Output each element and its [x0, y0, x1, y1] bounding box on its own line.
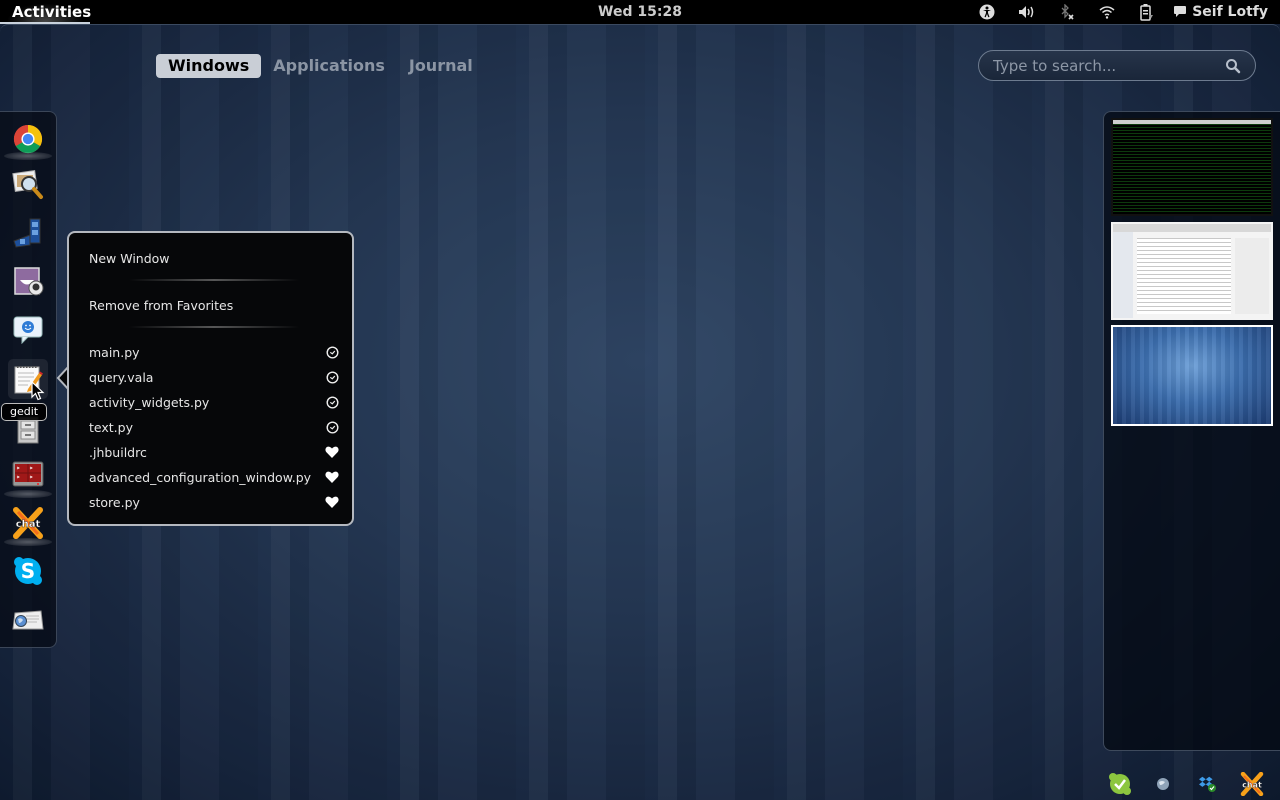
- tray-network[interactable]: [1150, 772, 1176, 796]
- search-input[interactable]: [993, 56, 1225, 75]
- dash-item-web-browser[interactable]: [8, 599, 48, 639]
- dash-item-skype[interactable]: S: [8, 551, 48, 591]
- terminal-window-preview: [1113, 124, 1271, 214]
- accessibility-icon[interactable]: [967, 0, 1007, 24]
- heart-icon: [325, 445, 339, 459]
- favorite-file-item[interactable]: store.py: [89, 492, 339, 512]
- file-name: query.vala: [89, 369, 154, 385]
- dash-item-cheese[interactable]: [8, 261, 48, 301]
- movie-player-icon: [13, 218, 41, 248]
- menu-separator: [129, 326, 299, 328]
- file-name: store.py: [89, 494, 140, 510]
- workspace-thumbnail-2[interactable]: [1111, 222, 1273, 320]
- tab-windows[interactable]: Windows: [156, 54, 262, 78]
- search-box: [978, 50, 1256, 81]
- running-indicator: [4, 538, 52, 546]
- chrome-icon: [13, 124, 43, 154]
- skype-status-icon: [1109, 773, 1131, 795]
- xchat-icon: chat: [13, 507, 43, 539]
- bluetooth-disabled-icon[interactable]: [1047, 0, 1087, 24]
- battery-charging-icon[interactable]: [1127, 0, 1167, 24]
- dash-item-terminal[interactable]: [8, 455, 48, 495]
- activities-button[interactable]: Activities: [0, 0, 91, 24]
- tray-xchat[interactable]: chat: [1239, 772, 1265, 796]
- status-area: Seif Lotfy: [967, 0, 1280, 24]
- user-menu[interactable]: Seif Lotfy: [1167, 4, 1280, 20]
- tab-journal[interactable]: Journal: [397, 54, 485, 78]
- menu-item-label: New Window: [89, 250, 170, 266]
- heart-icon: [325, 470, 339, 484]
- overview-frame: [0, 24, 1280, 32]
- app-context-menu: New Window Remove from Favorites main.py…: [67, 231, 354, 526]
- menu-item-remove-from-favorites[interactable]: Remove from Favorites: [89, 295, 339, 315]
- browser-sidebar-preview: [1113, 232, 1133, 318]
- file-name: main.py: [89, 344, 140, 360]
- heart-icon: [325, 495, 339, 509]
- file-name: activity_widgets.py: [89, 394, 210, 410]
- file-name: .jhbuildrc: [89, 444, 147, 460]
- recent-file-item[interactable]: main.py: [89, 342, 339, 362]
- browser-content-preview: [1137, 238, 1231, 314]
- svg-text:chat: chat: [1242, 781, 1262, 790]
- menu-item-label: Remove from Favorites: [89, 297, 234, 313]
- browser-toolbar-preview: [1113, 224, 1271, 232]
- svg-text:chat: chat: [16, 519, 41, 530]
- volume-icon[interactable]: [1007, 0, 1047, 24]
- recent-file-item[interactable]: text.py: [89, 417, 339, 437]
- web-browser-icon: [12, 610, 44, 630]
- menu-item-new-window[interactable]: New Window: [89, 248, 339, 268]
- network-globe-icon: [1157, 778, 1169, 790]
- image-viewer-icon: [12, 170, 43, 199]
- search-icon[interactable]: [1225, 58, 1241, 74]
- dropbox-icon: [1199, 776, 1216, 792]
- terminal-icon: [12, 461, 44, 487]
- workspace-thumbnail-3[interactable]: [1111, 325, 1273, 426]
- skype-icon: S: [14, 557, 42, 585]
- view-selector: Windows Applications Journal: [156, 54, 485, 78]
- clock-label[interactable]: Wed 15:28: [598, 4, 682, 20]
- chat-smiley-icon: [13, 316, 43, 344]
- running-indicator: [4, 490, 52, 498]
- dash-item-movie-player[interactable]: [8, 213, 48, 253]
- chat-status-icon: [1174, 6, 1187, 17]
- menu-separator: [129, 279, 299, 281]
- workspace-thumbnail-1[interactable]: [1111, 118, 1273, 216]
- favorite-file-item[interactable]: advanced_configuration_window.py: [89, 467, 339, 487]
- clock-icon: [325, 420, 339, 434]
- tab-applications[interactable]: Applications: [261, 54, 397, 78]
- xchat-tray-icon: chat: [1240, 772, 1264, 796]
- clock-icon: [325, 370, 339, 384]
- webcam-icon: [14, 267, 44, 296]
- file-name: advanced_configuration_window.py: [89, 469, 312, 485]
- dash-item-xchat[interactable]: chat: [8, 503, 48, 543]
- recent-file-item[interactable]: activity_widgets.py: [89, 392, 339, 412]
- mouse-cursor-icon: [31, 381, 45, 401]
- dash-item-empathy[interactable]: [8, 309, 48, 349]
- tray-dropbox[interactable]: [1195, 772, 1221, 796]
- dash-item-image-viewer[interactable]: [8, 165, 48, 205]
- svg-text:S: S: [21, 559, 35, 583]
- tray-skype[interactable]: [1107, 772, 1133, 796]
- wifi-icon[interactable]: [1087, 0, 1127, 24]
- running-indicator: [4, 152, 52, 160]
- browser-panel-preview: [1235, 238, 1269, 314]
- dash-tooltip: gedit: [1, 403, 48, 421]
- file-name: text.py: [89, 419, 133, 435]
- recent-file-item[interactable]: query.vala: [89, 367, 339, 387]
- favorite-file-item[interactable]: .jhbuildrc: [89, 442, 339, 462]
- clock-icon: [325, 395, 339, 409]
- clock-icon: [325, 345, 339, 359]
- user-name: Seif Lotfy: [1192, 4, 1268, 20]
- top-bar: Activities Wed 15:28 Seif Lotfy: [0, 0, 1280, 24]
